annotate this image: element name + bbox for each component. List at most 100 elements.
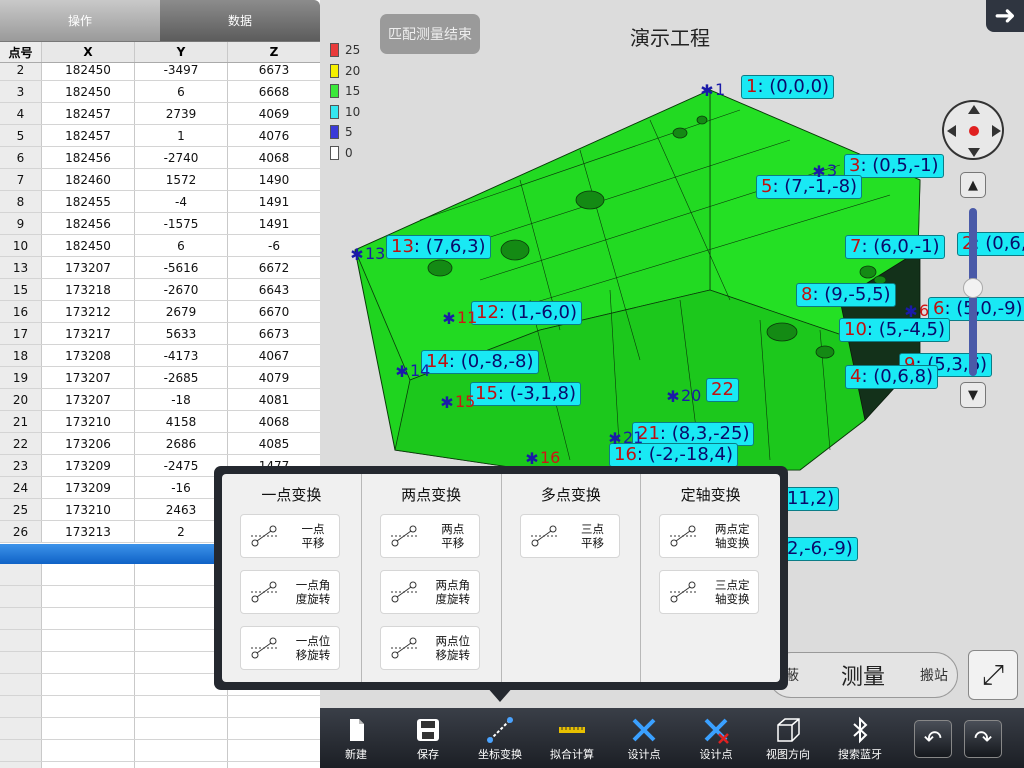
new-file-icon xyxy=(341,716,371,744)
project-title: 演示工程 xyxy=(630,26,710,50)
end-match-measure-button[interactable]: 匹配测量结束 xyxy=(380,14,480,54)
point-marker-icon[interactable]: ✱ xyxy=(350,247,364,263)
undo-button[interactable]: ↶ xyxy=(914,720,952,758)
point-marker-icon[interactable]: ✱ xyxy=(904,304,918,320)
zoom-slider-knob[interactable] xyxy=(963,278,983,298)
table-row[interactable]: 9 182456 -1575 1491 xyxy=(0,213,320,235)
toolbar-button[interactable]: 视图方向 xyxy=(756,708,820,768)
table-row[interactable]: 8 182455 -4 1491 xyxy=(0,191,320,213)
toolbar-button[interactable]: 设计点 xyxy=(684,708,748,768)
table-row[interactable]: 21 173210 4158 4068 xyxy=(0,411,320,433)
table-row[interactable]: 7 182460 1572 1490 xyxy=(0,169,320,191)
legend-swatch xyxy=(330,145,339,160)
point-marker-icon[interactable]: ✱ xyxy=(395,364,409,380)
tab-data[interactable]: 数据 xyxy=(160,0,320,41)
point-label[interactable]: 4: (0,6,8) xyxy=(845,365,939,389)
transform-label: 两点定 轴变换 xyxy=(715,522,750,550)
table-row[interactable]: 10 182450 6 -6 xyxy=(0,235,320,257)
point-marker-icon[interactable]: ✱ xyxy=(666,389,680,405)
table-row[interactable]: 16 173212 2679 6670 xyxy=(0,301,320,323)
toolbar-button[interactable]: 拟合计算 xyxy=(540,708,604,768)
table-row[interactable]: 3 182450 6 6668 xyxy=(0,81,320,103)
table-cell: 20 xyxy=(0,389,42,410)
mode-next[interactable]: 搬站 xyxy=(911,665,957,685)
point-label[interactable]: 8: (9,-5,5) xyxy=(796,283,896,307)
zoom-out-button[interactable]: ▼ xyxy=(960,382,986,408)
point-marker-number: 1 xyxy=(715,80,726,99)
table-row[interactable]: 5 182457 1 4076 xyxy=(0,125,320,147)
point-label[interactable]: 14: (0,-8,-8) xyxy=(421,350,539,374)
table-cell: 6 xyxy=(135,81,228,102)
transform-button[interactable]: 一点位 移旋转 xyxy=(240,626,340,670)
transform-button[interactable]: 三点 平移 xyxy=(519,514,620,558)
table-row[interactable]: 22 173206 2686 4085 xyxy=(0,433,320,455)
point-label[interactable]: 22 xyxy=(706,378,739,402)
point-label-number: 4 xyxy=(850,366,862,387)
header-point-no: 点号 xyxy=(0,42,42,62)
toolbar-label: 新建 xyxy=(345,748,367,761)
transform-button[interactable]: 两点 平移 xyxy=(379,514,480,558)
table-row[interactable]: 15 173218 -2670 6643 xyxy=(0,279,320,301)
transform-icon xyxy=(241,628,287,668)
point-label[interactable]: 13: (7,6,3) xyxy=(386,235,491,259)
table-cell: 182457 xyxy=(42,125,135,146)
point-label[interactable]: 5: (7,-1,-8) xyxy=(756,175,863,199)
transform-button[interactable]: 两点角 度旋转 xyxy=(379,570,480,614)
table-cell: 173207 xyxy=(42,367,135,388)
transform-button[interactable]: 两点定 轴变换 xyxy=(659,514,760,558)
tab-operation[interactable]: 操作 xyxy=(0,0,160,41)
table-row[interactable]: 6 182456 -2740 4068 xyxy=(0,147,320,169)
table-cell: 3 xyxy=(0,81,42,102)
transform-group-title: 两点变换 xyxy=(401,486,462,504)
table-cell: -4173 xyxy=(135,345,228,366)
point-label[interactable]: 11,2) xyxy=(782,487,840,511)
point-marker-icon[interactable]: ✱ xyxy=(525,451,539,467)
transform-group: 定轴变换 两点定 轴变换 三点定 轴变换 xyxy=(640,474,780,682)
table-cell: 6670 xyxy=(258,304,290,319)
zoom-in-button[interactable]: ▲ xyxy=(960,172,986,198)
table-row[interactable]: 19 173207 -2685 4079 xyxy=(0,367,320,389)
table-cell: 8 xyxy=(0,191,42,212)
transform-button[interactable]: 一点 平移 xyxy=(240,514,340,558)
point-marker-icon[interactable]: ✱ xyxy=(442,311,456,327)
point-label[interactable]: 2: (0,6,3 xyxy=(957,232,1024,256)
fullscreen-button[interactable]: ⤢ xyxy=(968,650,1018,700)
transform-button[interactable]: 两点位 移旋转 xyxy=(379,626,480,670)
point-label[interactable]: 15: (-3,1,8) xyxy=(470,382,582,406)
redo-button[interactable]: ↷ xyxy=(964,720,1002,758)
table-cell: 1 xyxy=(135,125,228,146)
point-label[interactable]: 10: (5,-4,5) xyxy=(839,318,951,342)
point-label-number: 15 xyxy=(475,383,498,404)
table-cell: 173210 xyxy=(42,499,135,520)
transform-button[interactable]: 一点角 度旋转 xyxy=(240,570,340,614)
point-label[interactable]: 12: (1,-6,0) xyxy=(471,301,583,325)
toolbar-button[interactable]: 搜索蓝牙 xyxy=(828,708,892,768)
point-label[interactable]: 7: (6,0,-1) xyxy=(845,235,945,259)
point-marker-icon[interactable]: ✱ xyxy=(700,83,714,99)
point-label-coords: : (-3,1,8) xyxy=(497,383,577,404)
table-row[interactable]: 13 173207 -5616 6672 xyxy=(0,257,320,279)
table-row[interactable]: 20 173207 -18 4081 xyxy=(0,389,320,411)
table-cell: 182456 xyxy=(42,213,135,234)
table-cell: 9 xyxy=(0,213,42,234)
mode-switch[interactable]: 蔽 测量 搬站 xyxy=(768,652,958,698)
point-marker-icon[interactable]: ✱ xyxy=(608,431,622,447)
toolbar-button[interactable]: 设计点 xyxy=(612,708,676,768)
table-row[interactable]: 18 173208 -4173 4067 xyxy=(0,345,320,367)
transform-label: 两点位 移旋转 xyxy=(435,634,471,662)
toolbar-button[interactable]: 新建 xyxy=(324,708,388,768)
point-marker-icon[interactable]: ✱ xyxy=(812,164,826,180)
view-rotate-pad[interactable] xyxy=(942,100,1004,160)
table-row[interactable]: 17 173217 5633 6673 xyxy=(0,323,320,345)
toolbar-button[interactable]: 保存 xyxy=(396,708,460,768)
transform-button[interactable]: 三点定 轴变换 xyxy=(659,570,760,614)
point-label[interactable]: 2,-6,-9) xyxy=(782,537,858,561)
point-label-number: 7 xyxy=(850,236,862,257)
point-label-number: 10 xyxy=(844,319,867,340)
point-marker-icon[interactable]: ✱ xyxy=(440,395,454,411)
point-label[interactable]: 1: (0,0,0) xyxy=(741,75,835,99)
table-cell: -4 xyxy=(135,191,228,212)
table-row[interactable]: 4 182457 2739 4069 xyxy=(0,103,320,125)
exit-arrow-button[interactable]: ➜ xyxy=(986,0,1024,32)
toolbar-button[interactable]: 坐标变换 xyxy=(468,708,532,768)
